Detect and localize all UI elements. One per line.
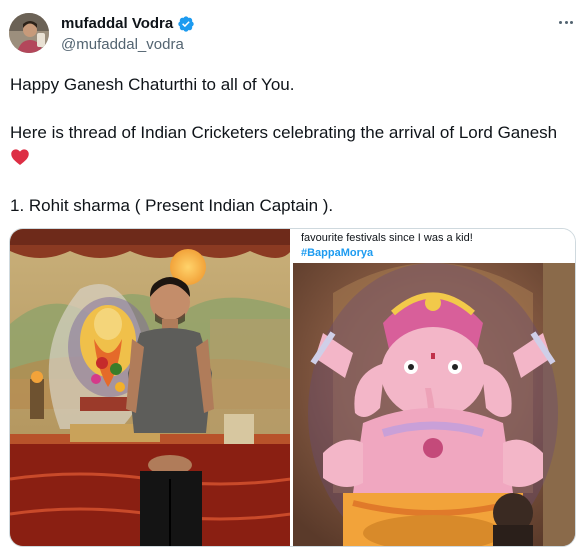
tweet-text-line-3: 1. Rohit sharma ( Present Indian Captain… (10, 196, 334, 215)
tweet-text-line-1: Happy Ganesh Chaturthi to all of You. (10, 75, 295, 94)
image-caption: favourite festivals since I was a kid! (301, 232, 473, 244)
image-hashtag: #BappaMorya (301, 247, 374, 259)
photo-cricketer-with-ganesh-idol[interactable] (10, 229, 290, 546)
avatar[interactable] (9, 13, 49, 53)
tweet-card[interactable]: mufaddal Vodra @mufaddal_vodra Happy Gan… (0, 0, 588, 554)
photo-ganesh-idol-screenshot[interactable]: favourite festivals since I was a kid! #… (293, 229, 575, 546)
verified-badge-icon (178, 16, 194, 32)
author-handle[interactable]: @mufaddal_vodra (61, 35, 184, 55)
red-heart-icon (11, 149, 29, 165)
more-options-icon[interactable] (555, 12, 577, 32)
author-display-name[interactable]: mufaddal Vodra (61, 14, 173, 34)
tweet-text-line-2: Here is thread of Indian Cricketers cele… (10, 123, 558, 142)
media-grid: favourite festivals since I was a kid! #… (9, 228, 576, 547)
